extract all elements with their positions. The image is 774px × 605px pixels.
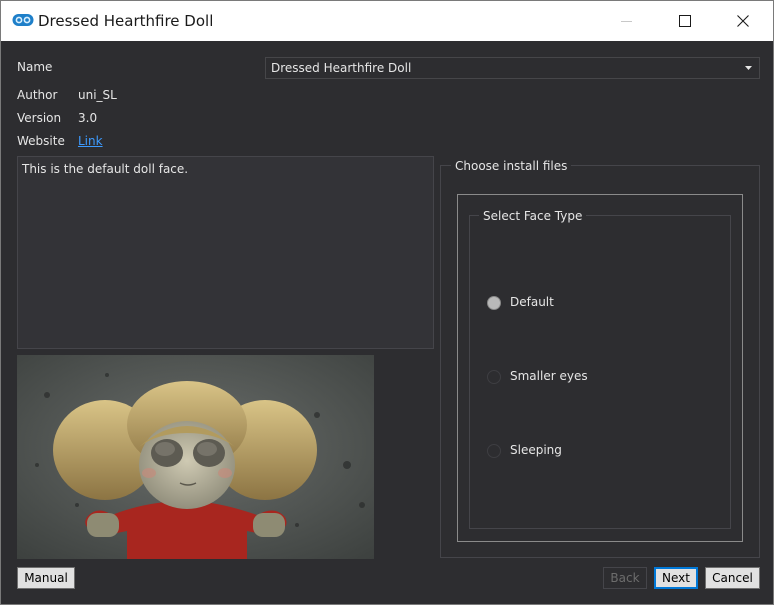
option-label: Sleeping — [510, 443, 562, 457]
name-select-value: Dressed Hearthfire Doll — [271, 61, 412, 75]
description-box[interactable]: This is the default doll face. — [17, 156, 434, 349]
radio-button[interactable] — [487, 444, 501, 458]
manual-button[interactable]: Manual — [17, 567, 75, 589]
doll-preview-image — [17, 355, 374, 559]
next-button[interactable]: Next — [654, 567, 698, 589]
option-smaller-eyes[interactable]: Smaller eyes — [485, 368, 588, 386]
installer-window: Dressed Hearthfire Doll Name Dressed Hea… — [0, 0, 774, 605]
maximize-button[interactable] — [656, 1, 714, 41]
radio-button-checked[interactable] — [487, 296, 501, 310]
maximize-icon — [679, 15, 691, 27]
title-bar[interactable]: Dressed Hearthfire Doll — [1, 1, 773, 41]
option-label: Default — [510, 295, 554, 309]
website-label: Website — [17, 134, 65, 148]
name-label: Name — [17, 60, 53, 74]
installer-content: Name Dressed Hearthfire Doll Author uni_… — [3, 41, 771, 603]
install-files-title: Choose install files — [451, 159, 572, 173]
back-button[interactable]: Back — [603, 567, 647, 589]
radio-button[interactable] — [487, 370, 501, 384]
face-type-group-title: Select Face Type — [479, 209, 587, 223]
option-label: Smaller eyes — [510, 369, 588, 383]
name-select[interactable]: Dressed Hearthfire Doll — [265, 57, 760, 79]
close-icon — [737, 15, 749, 27]
option-sleeping[interactable]: Sleeping — [485, 442, 585, 460]
author-value: uni_SL — [78, 88, 117, 102]
version-label: Version — [17, 111, 62, 125]
window-title: Dressed Hearthfire Doll — [38, 12, 214, 30]
close-button[interactable] — [714, 1, 772, 41]
minimize-button[interactable] — [598, 1, 656, 41]
option-default[interactable]: Default — [485, 294, 585, 312]
description-text: This is the default doll face. — [22, 162, 189, 176]
mod-organizer-icon — [12, 14, 34, 26]
cancel-button[interactable]: Cancel — [705, 567, 760, 589]
author-label: Author — [17, 88, 58, 102]
website-link[interactable]: Link — [78, 134, 103, 148]
chevron-down-icon — [745, 66, 752, 70]
version-value: 3.0 — [78, 111, 98, 125]
minimize-icon — [621, 21, 632, 22]
